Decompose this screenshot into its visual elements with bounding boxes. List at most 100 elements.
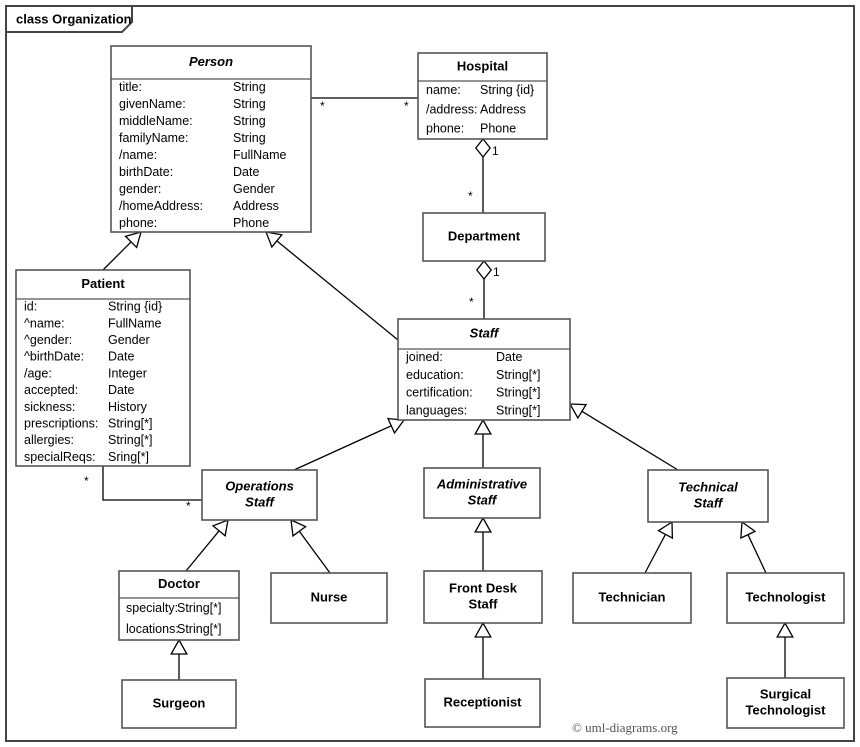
- class-name: Department: [448, 228, 521, 243]
- class-box-person[interactable]: Person title: String givenName: String middle…: [110, 45, 312, 233]
- relation-line: [276, 240, 399, 341]
- copyright-label: © uml-diagrams.org: [572, 720, 678, 735]
- attribute-name: joined:: [405, 350, 443, 364]
- attribute-name: birthDate:: [119, 165, 173, 179]
- attribute-name: /address:: [426, 102, 477, 116]
- generalization-arrow-icon: [290, 518, 307, 538]
- attribute-name: education:: [406, 368, 464, 382]
- relation-surgical-technologist-generalization: [776, 621, 794, 678]
- attribute-name: prescriptions:: [24, 417, 98, 431]
- relation-surgeon-doctor-generalization: [170, 638, 188, 680]
- attribute-name: /homeAddress:: [119, 199, 203, 213]
- attribute-name: locations:: [126, 622, 179, 636]
- attribute-name: allergies:: [24, 433, 74, 447]
- class-box-technician[interactable]: Technician: [572, 572, 692, 624]
- class-box-administrative-staff[interactable]: AdministrativeStaff: [423, 467, 541, 519]
- relation-line: [581, 410, 679, 471]
- class-name: Surgical: [760, 686, 811, 701]
- class-box-technologist[interactable]: Technologist: [726, 572, 845, 624]
- attribute-name: /name:: [119, 148, 157, 162]
- attribute-type: Gender: [233, 182, 275, 196]
- class-name: Technician: [599, 589, 666, 604]
- generalization-arrow-icon: [568, 403, 588, 420]
- attribute-type: Phone: [480, 122, 516, 136]
- attribute-type: Address: [233, 199, 279, 213]
- class-name: Operations: [225, 478, 294, 493]
- attribute-type: String: [233, 114, 266, 128]
- attribute-name: /age:: [24, 366, 52, 380]
- attribute-name: givenName:: [119, 97, 186, 111]
- aggregation-diamond-icon: [475, 259, 493, 281]
- class-box-surgeon[interactable]: Surgeon: [121, 679, 237, 729]
- relation-staff-person-generalization: [264, 231, 399, 341]
- relation-line: [747, 534, 767, 574]
- relation-technical-staff-generalization: [568, 403, 679, 471]
- attribute-name: ^gender:: [24, 333, 72, 347]
- relation-hospital-department-aggregation: [474, 137, 492, 213]
- generalization-arrow-icon: [474, 516, 492, 533]
- class-name: Technologist: [746, 702, 827, 717]
- attribute-type: String[*]: [496, 386, 540, 400]
- attribute-type: FullName: [233, 148, 287, 162]
- relation-technologist-technical-generalization: [740, 520, 767, 574]
- attribute-name: certification:: [406, 386, 473, 400]
- attribute-type: String {id}: [108, 300, 162, 314]
- class-name: Surgeon: [153, 695, 206, 710]
- class-name: Doctor: [158, 576, 200, 591]
- attribute-name: gender:: [119, 182, 161, 196]
- class-box-doctor[interactable]: Doctorspecialty:String[*]locations:Strin…: [118, 570, 240, 641]
- class-name: Technical: [678, 479, 738, 494]
- class-box-patient[interactable]: Patient id: String {id} ^name: FullName ^gend…: [15, 269, 191, 467]
- class-box-staff[interactable]: Staff joined: Date education: String[*] certi…: [397, 318, 571, 421]
- relation-line: [102, 241, 132, 271]
- attribute-type: String: [233, 97, 266, 111]
- attribute-type: String[*]: [108, 433, 152, 447]
- class-box-operations-staff[interactable]: OperationsStaff: [201, 469, 318, 521]
- class-box-front-desk-staff[interactable]: Front DeskStaff: [423, 570, 543, 624]
- relation-doctor-operations-generalization: [185, 518, 229, 572]
- relation-patient-person-generalization: [102, 231, 142, 271]
- attribute-name: phone:: [426, 122, 464, 136]
- attribute-name: title:: [119, 80, 142, 94]
- attribute-type: String[*]: [177, 601, 221, 615]
- generalization-arrow-icon: [776, 621, 794, 638]
- multiplicity-department-end-many: *: [468, 189, 473, 203]
- attribute-type: String[*]: [177, 622, 221, 636]
- attribute-name: accepted:: [24, 383, 78, 397]
- class-name: Staff: [245, 494, 275, 509]
- class-box-receptionist[interactable]: Receptionist: [424, 678, 541, 728]
- relation-operations-staff-generalization: [293, 417, 406, 471]
- relation-line: [293, 425, 392, 471]
- generalization-arrow-icon: [211, 518, 229, 537]
- attribute-type: Sring[*]: [108, 450, 149, 464]
- attribute-type: Date: [108, 383, 134, 397]
- class-name: Hospital: [457, 58, 508, 73]
- generalization-arrow-icon: [474, 418, 492, 435]
- class-box-surgical-technologist[interactable]: SurgicalTechnologist: [726, 677, 845, 729]
- attribute-type: FullName: [108, 316, 162, 330]
- multiplicity-hospital-department-one: 1: [492, 144, 499, 158]
- multiplicity-operations-end-many: *: [186, 499, 191, 513]
- attribute-type: History: [108, 400, 148, 414]
- class-box-hospital[interactable]: Hospital name: String {id}/address: Address…: [417, 52, 548, 140]
- multiplicity-staff-end-many: *: [469, 295, 474, 309]
- class-box-department[interactable]: Department: [422, 212, 546, 262]
- attribute-name: name:: [426, 83, 461, 97]
- attribute-type: String[*]: [496, 368, 540, 382]
- class-box-technical-staff[interactable]: TechnicalStaff: [647, 469, 769, 523]
- attribute-type: String {id}: [480, 83, 534, 97]
- attribute-type: String: [233, 131, 266, 145]
- class-name: Front Desk: [449, 580, 518, 595]
- relation-technician-technical-generalization: [644, 520, 674, 574]
- multiplicity-department-staff-one: 1: [493, 265, 500, 279]
- attribute-type: Integer: [108, 366, 147, 380]
- class-box-nurse[interactable]: Nurse: [270, 572, 388, 624]
- attribute-type: String[*]: [496, 403, 540, 417]
- attribute-type: Date: [108, 350, 134, 364]
- relation-line: [102, 466, 202, 501]
- frame-label: class Organization: [16, 11, 132, 26]
- diagram-canvas: class Organization Person title: String giv…: [5, 5, 855, 742]
- class-name: Administrative: [436, 476, 527, 491]
- aggregation-diamond-icon: [474, 137, 492, 159]
- attribute-name: ^birthDate:: [24, 350, 84, 364]
